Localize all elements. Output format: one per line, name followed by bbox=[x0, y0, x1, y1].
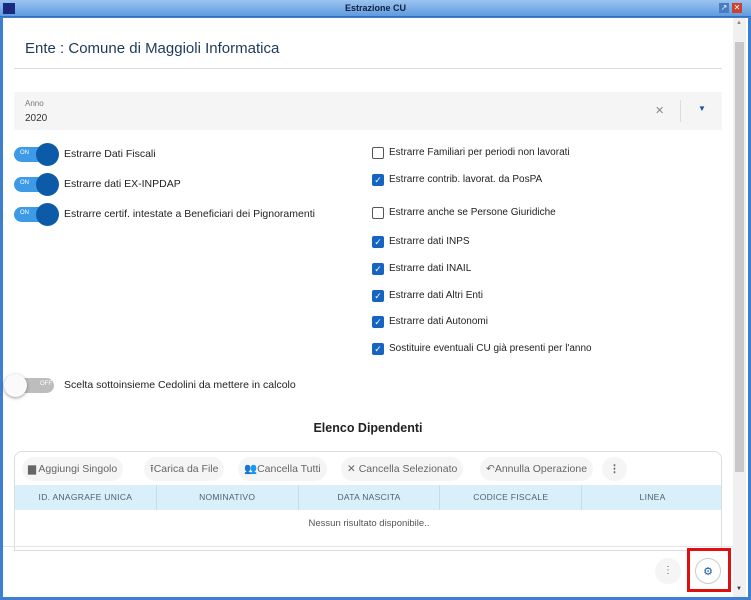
toggle-label: Estrarre dati EX-INPDAP bbox=[64, 178, 181, 190]
empty-message: Nessun risultato disponibile.. bbox=[308, 518, 430, 529]
people-icon: 👥 bbox=[244, 463, 258, 475]
column-header[interactable]: DATA NASCITA bbox=[299, 485, 441, 510]
button-label: Annulla Operazione bbox=[494, 463, 588, 475]
toggle-state: ON bbox=[20, 150, 29, 156]
checkbox-altri-enti[interactable]: ✓ bbox=[372, 290, 384, 302]
toggle-pignoramenti[interactable]: ON bbox=[14, 203, 60, 226]
footer-divider bbox=[3, 546, 733, 547]
delete-selected-button[interactable]: ✕ Cancella Selezionato bbox=[341, 457, 464, 481]
checkbox-label: Estrarre dati Altri Enti bbox=[389, 290, 483, 301]
toggle-state: ON bbox=[20, 180, 29, 186]
toggle-label: Scelta sottoinsieme Cedolini da mettere … bbox=[64, 379, 296, 391]
toggle-label: Estrarre certif. intestate a Beneficiari… bbox=[64, 208, 315, 220]
highlight-box bbox=[687, 548, 731, 592]
table-header: ID. ANAGRAFE UNICA NOMINATIVO DATA NASCI… bbox=[15, 485, 721, 510]
checkbox-familiari[interactable] bbox=[372, 147, 384, 159]
anno-select[interactable]: Anno 2020 ✕ ▼ bbox=[14, 92, 722, 130]
checkbox-label: Estrarre dati INAIL bbox=[389, 263, 472, 274]
scrollbar[interactable]: ▲ ▼ bbox=[733, 18, 746, 597]
toggle-state: OFF bbox=[40, 381, 52, 387]
more-options-icon[interactable]: ⋮ bbox=[602, 457, 627, 481]
checkbox-label: Estrarre anche se Persone Giuridiche bbox=[389, 207, 556, 218]
column-header[interactable]: ID. ANAGRAFE UNICA bbox=[15, 485, 157, 510]
checkbox-label: Estrarre dati Autonomi bbox=[389, 316, 488, 327]
checkbox-sostituire-cu[interactable]: ✓ bbox=[372, 343, 384, 355]
button-label: Cancella Tutti bbox=[257, 463, 321, 475]
checkbox-inail[interactable]: ✓ bbox=[372, 263, 384, 275]
undo-button[interactable]: ↶Annulla Operazione bbox=[480, 457, 594, 481]
checkbox-label: Sostituire eventuali CU già presenti per… bbox=[389, 343, 592, 354]
delete-all-button[interactable]: 👥Cancella Tutti bbox=[238, 457, 327, 481]
toggle-ex-inpdap[interactable]: ON bbox=[14, 173, 60, 196]
title-bar: Estrazione CU ↗ ✕ bbox=[0, 0, 751, 17]
divider bbox=[14, 68, 722, 69]
checkbox-inps[interactable]: ✓ bbox=[372, 236, 384, 248]
column-header[interactable]: NOMINATIVO bbox=[157, 485, 299, 510]
toggle-sottoinsieme-cedolini[interactable]: OFF bbox=[4, 374, 60, 397]
column-header[interactable]: LINEA bbox=[582, 485, 721, 510]
toggle-state: ON bbox=[20, 210, 29, 216]
restore-icon[interactable]: ↗ bbox=[719, 3, 729, 13]
button-label: Carica da File bbox=[153, 463, 219, 475]
checkbox-autonomi[interactable]: ✓ bbox=[372, 316, 384, 328]
close-icon[interactable]: ✕ bbox=[732, 3, 742, 13]
toggle-dati-fiscali[interactable]: ON bbox=[14, 143, 60, 166]
divider bbox=[680, 100, 681, 122]
anno-label: Anno bbox=[25, 99, 44, 108]
window-title: Estrazione CU bbox=[344, 3, 406, 13]
dipendenti-table-card: ▆ Aggiungi Singolo ⭱Carica da File 👥Canc… bbox=[14, 451, 722, 551]
anno-value: 2020 bbox=[25, 113, 48, 124]
page-title: Ente : Comune di Maggioli Informatica bbox=[25, 40, 280, 57]
chevron-down-icon[interactable]: ▼ bbox=[698, 104, 706, 113]
footer-more-icon[interactable]: ⋮ bbox=[655, 558, 681, 584]
upload-file-button[interactable]: ⭱Carica da File bbox=[144, 457, 225, 481]
add-single-button[interactable]: ▆ Aggiungi Singolo bbox=[22, 457, 124, 481]
dialog-content: ▲ ▼ Ente : Comune di Maggioli Informatic… bbox=[3, 18, 748, 597]
section-title: Elenco Dipendenti bbox=[313, 421, 423, 435]
scrollbar-thumb[interactable] bbox=[735, 42, 744, 472]
clear-icon[interactable]: ✕ bbox=[655, 104, 664, 117]
button-label: Aggiungi Singolo bbox=[38, 463, 118, 475]
checkbox-label: Estrarre Familiari per periodi non lavor… bbox=[389, 147, 570, 158]
file-icon: ▆ bbox=[28, 463, 39, 475]
checkbox-persone-giuridiche[interactable] bbox=[372, 207, 384, 219]
checkbox-pospa[interactable]: ✓ bbox=[372, 174, 384, 186]
checkbox-label: Estrarre contrib. lavorat. da PosPA bbox=[389, 174, 543, 185]
close-icon: ✕ bbox=[347, 463, 359, 475]
checkbox-label: Estrarre dati INPS bbox=[389, 236, 470, 247]
toggle-label: Estrarre Dati Fiscali bbox=[64, 148, 156, 160]
button-label: Cancella Selezionato bbox=[358, 463, 458, 475]
column-header[interactable]: CODICE FISCALE bbox=[440, 485, 583, 510]
undo-icon: ↶ bbox=[486, 463, 495, 475]
